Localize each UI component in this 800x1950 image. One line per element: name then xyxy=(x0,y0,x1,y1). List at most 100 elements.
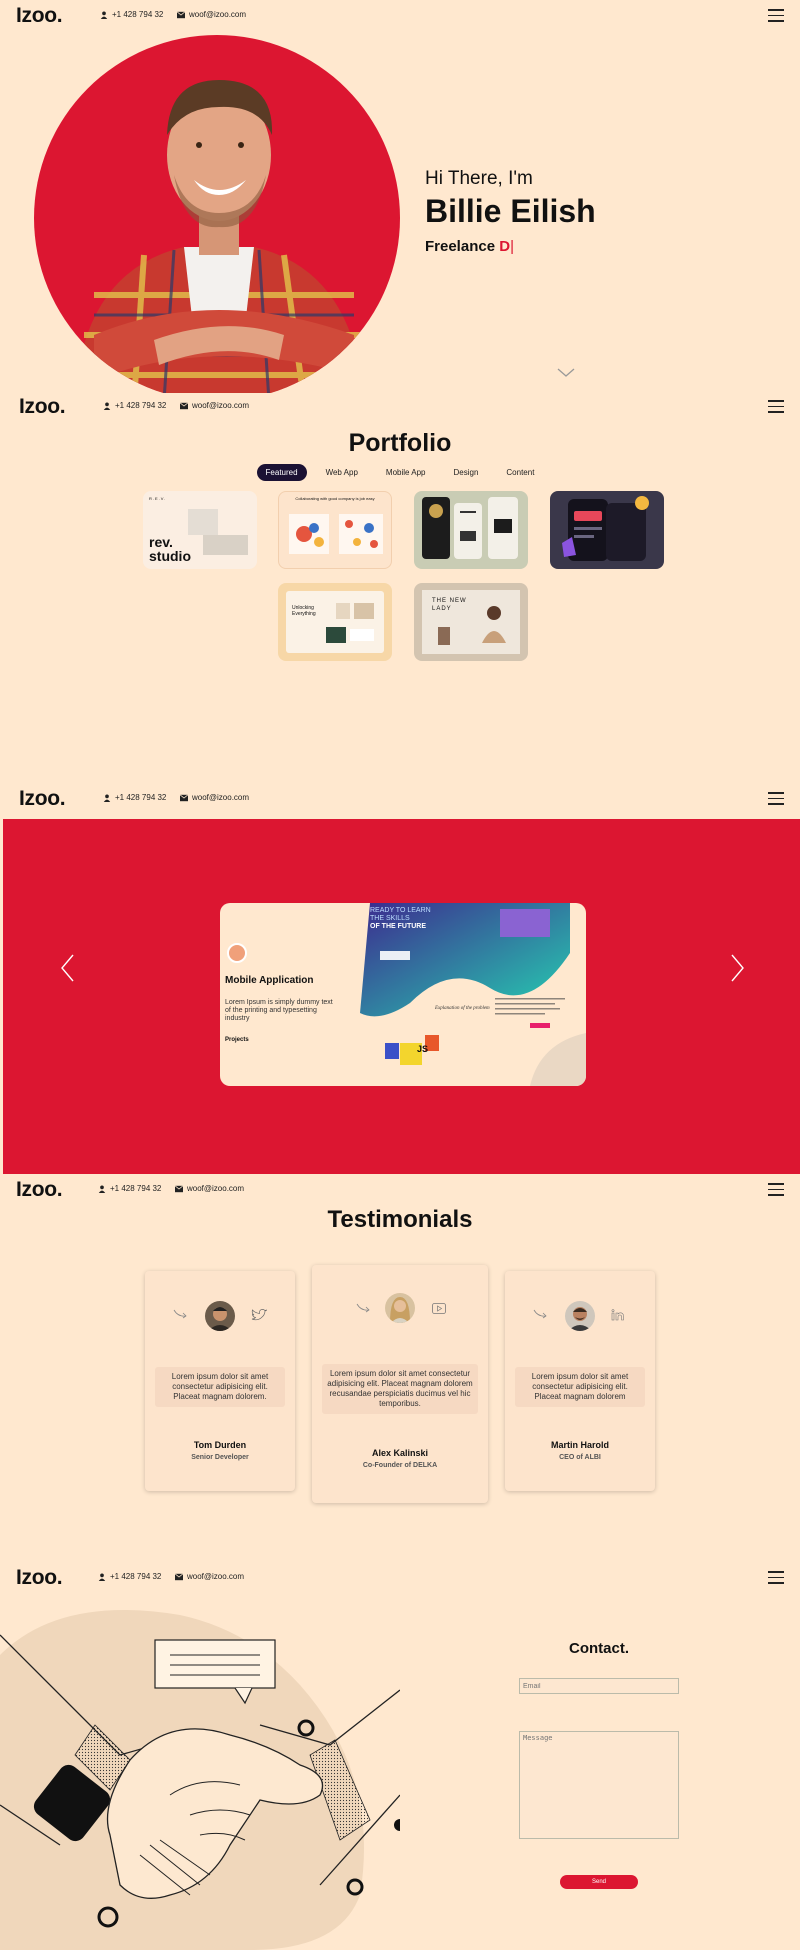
filter-design[interactable]: Design xyxy=(445,464,488,481)
top-bar: Izoo. +1 428 794 32 woof@izoo.com xyxy=(0,0,800,32)
phone-contact[interactable]: +1 428 794 32 xyxy=(98,1572,161,1581)
phone-contact[interactable]: +1 428 794 32 xyxy=(103,401,166,410)
testimonial-name: Martin Harold xyxy=(550,1440,609,1450)
twitter-icon[interactable] xyxy=(251,1309,267,1321)
dark-app-art xyxy=(562,496,649,561)
project-slider-section: Izoo. +1 428 794 32 woof@izoo.com Mobile… xyxy=(0,783,800,1175)
testimonial-name: Tom Durden xyxy=(193,1440,247,1450)
person-icon xyxy=(103,794,111,802)
youtube-icon[interactable] xyxy=(432,1303,446,1314)
logo[interactable]: Izoo. xyxy=(16,1178,63,1202)
logo[interactable]: Izoo. xyxy=(16,1566,63,1590)
email-address: woof@izoo.com xyxy=(189,10,247,19)
filter-mobile-app[interactable]: Mobile App xyxy=(377,464,435,481)
top-bar: Izoo. +1 428 794 32 woof@izoo.com xyxy=(0,1174,800,1206)
portfolio-card-mobile-screens[interactable] xyxy=(414,491,528,569)
art-heading-2: THE SKILLS xyxy=(370,915,410,922)
mail-icon xyxy=(177,10,185,18)
top-bar: Izoo. +1 428 794 32 woof@izoo.com xyxy=(3,783,800,815)
portfolio-card-shop[interactable]: Unlocking Everything xyxy=(278,583,392,661)
email-contact[interactable]: woof@izoo.com xyxy=(175,1572,244,1581)
role-prefix: Freelance xyxy=(425,238,496,255)
hamburger-icon[interactable] xyxy=(768,792,784,805)
email-contact[interactable]: woof@izoo.com xyxy=(177,10,246,19)
card-shape xyxy=(203,535,248,555)
new-lady-art xyxy=(438,606,506,645)
hamburger-icon[interactable] xyxy=(768,9,784,22)
testimonial-quote: Lorem ipsum dolor sit amet consectetur a… xyxy=(322,1364,478,1414)
testimonials-section: Izoo. +1 428 794 32 woof@izoo.com Testim… xyxy=(0,1174,800,1564)
hero-role: Freelance D| xyxy=(425,238,514,255)
card-shape xyxy=(188,509,218,535)
logo[interactable]: Izoo. xyxy=(19,787,66,811)
testimonial-card: Lorem ipsum dolor sit amet consectetur a… xyxy=(312,1265,488,1503)
email-contact[interactable]: woof@izoo.com xyxy=(180,793,249,802)
mail-icon xyxy=(180,793,188,801)
email-address: woof@izoo.com xyxy=(187,1572,245,1581)
portfolio-card-dark-app[interactable] xyxy=(550,491,664,569)
phone-number: +1 428 794 32 xyxy=(110,1572,162,1581)
handshake-illustration xyxy=(0,1610,400,1950)
email-contact[interactable]: woof@izoo.com xyxy=(175,1184,244,1193)
hamburger-icon[interactable] xyxy=(768,1183,784,1196)
testimonial-name: Alex Kalinski xyxy=(371,1448,429,1458)
portfolio-card-new-lady[interactable]: THE NEW LADY xyxy=(414,583,528,661)
logo[interactable]: Izoo. xyxy=(19,395,66,419)
email-field[interactable] xyxy=(519,1678,679,1694)
person-icon xyxy=(103,402,111,410)
slide-description: Lorem Ipsum is simply dummy text of the … xyxy=(225,999,333,1022)
send-button[interactable]: Send xyxy=(560,1875,638,1889)
chevron-left-icon[interactable] xyxy=(58,953,78,983)
mobile-screens-art xyxy=(422,497,518,559)
hamburger-icon[interactable] xyxy=(768,1571,784,1584)
hero-section: Izoo. +1 428 794 32 woof@izoo.com Hi The… xyxy=(0,0,800,393)
slide-title: Mobile Application xyxy=(225,975,314,986)
arrow-decoration-icon xyxy=(533,1309,547,1319)
portfolio-card-rev-studio[interactable]: R.E.V. rev. studio xyxy=(143,491,257,569)
art-sub-label: Explanation of the problem xyxy=(435,1006,490,1011)
filter-content[interactable]: Content xyxy=(497,464,543,481)
phone-contact[interactable]: +1 428 794 32 xyxy=(100,10,163,19)
phone-number: +1 428 794 32 xyxy=(110,1184,162,1193)
portfolio-card-illustrations[interactable]: Collaborating with good company is job e… xyxy=(278,491,392,569)
avatar xyxy=(205,1301,235,1331)
testimonial-role: CEO of ALBI xyxy=(559,1454,601,1461)
phone-number: +1 428 794 32 xyxy=(115,401,167,410)
hamburger-icon[interactable] xyxy=(768,400,784,413)
message-field[interactable] xyxy=(519,1731,679,1839)
logo[interactable]: Izoo. xyxy=(16,4,63,28)
testimonials-title: Testimonials xyxy=(327,1206,473,1233)
testimonial-role: Senior Developer xyxy=(191,1454,249,1461)
phone-contact[interactable]: +1 428 794 32 xyxy=(98,1184,161,1193)
filter-web-app[interactable]: Web App xyxy=(317,464,367,481)
contact-title: Contact. xyxy=(569,1640,629,1657)
mail-icon xyxy=(175,1572,183,1580)
top-bar: Izoo. +1 428 794 32 woof@izoo.com xyxy=(3,391,800,423)
email-address: woof@izoo.com xyxy=(192,793,250,802)
testimonial-card: Lorem ipsum dolor sit amet consectetur a… xyxy=(145,1271,295,1491)
art-heading-1: READY TO LEARN xyxy=(370,907,431,914)
project-slide[interactable]: Mobile Application Lorem Ipsum is simply… xyxy=(220,903,586,1086)
person-icon xyxy=(98,1185,106,1193)
project-logo xyxy=(227,943,247,963)
scroll-down-icon[interactable] xyxy=(557,368,575,378)
hero-portrait xyxy=(34,35,400,393)
portfolio-title: Portfolio xyxy=(348,429,452,457)
phone-number: +1 428 794 32 xyxy=(115,793,167,802)
mail-icon xyxy=(180,401,188,409)
portfolio-filters: Featured Web App Mobile App Design Conte… xyxy=(0,464,800,481)
email-contact[interactable]: woof@izoo.com xyxy=(180,401,249,410)
art-js-label: JS xyxy=(417,1044,429,1054)
illustration-art xyxy=(289,514,383,554)
card-title: rev. studio xyxy=(149,534,191,564)
phone-number: +1 428 794 32 xyxy=(112,10,164,19)
linkedin-icon[interactable] xyxy=(611,1309,625,1321)
filter-featured[interactable]: Featured xyxy=(256,464,307,481)
mail-icon xyxy=(175,1184,183,1192)
art-heading-3: OF THE FUTURE xyxy=(370,923,426,930)
hero-greeting: Hi There, I'm xyxy=(425,168,533,189)
avatar xyxy=(565,1301,595,1331)
slide-projects-link[interactable]: Projects xyxy=(225,1037,249,1043)
chevron-right-icon[interactable] xyxy=(727,953,747,983)
phone-contact[interactable]: +1 428 794 32 xyxy=(103,793,166,802)
